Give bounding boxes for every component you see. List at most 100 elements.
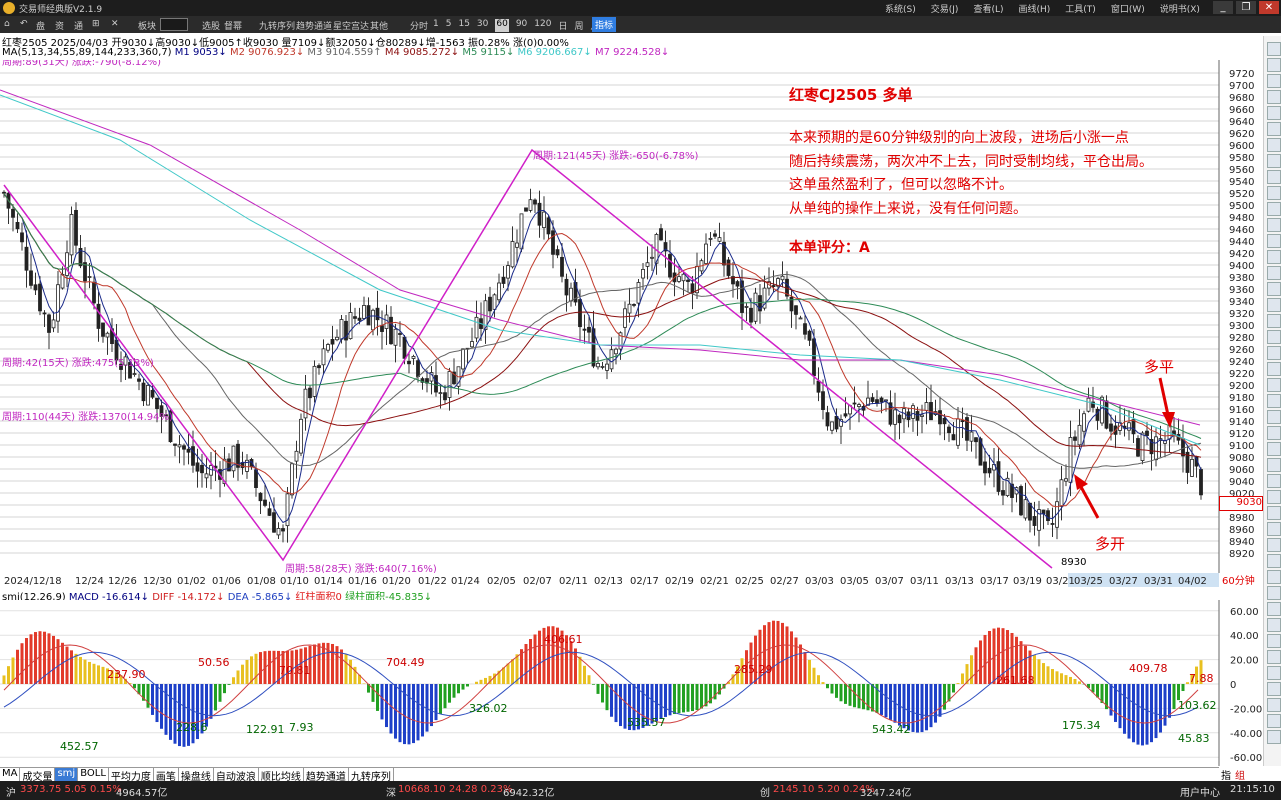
tool-icon[interactable] [1267, 154, 1281, 168]
tool-icon[interactable] [1267, 266, 1281, 280]
candle-body [231, 445, 236, 472]
tool-icon[interactable] [1267, 650, 1281, 664]
tool-icon[interactable] [1267, 250, 1281, 264]
tab-zhi[interactable]: 指 [1221, 767, 1231, 782]
tool-icon[interactable] [1267, 346, 1281, 360]
period-1[interactable]: 1 [433, 19, 439, 32]
menu-item[interactable]: 查看(L) [973, 2, 1003, 15]
tool-icon[interactable] [1267, 554, 1281, 568]
menu-item[interactable]: 窗口(W) [1111, 2, 1145, 15]
tool-icon[interactable] [1267, 506, 1281, 520]
tool-icon[interactable] [1267, 186, 1281, 200]
menu-item[interactable]: 说明书(X) [1160, 2, 1200, 15]
link-4[interactable]: 星空宫达 [333, 19, 369, 32]
tool-icon[interactable] [1267, 122, 1281, 136]
tab-操盘线[interactable]: 操盘线 [179, 768, 214, 783]
tab-平均力度[interactable]: 平均力度 [109, 768, 154, 783]
tool-icon[interactable] [1267, 522, 1281, 536]
menu-item[interactable]: 系统(S) [885, 2, 916, 15]
menu-item[interactable]: 交易(J) [931, 2, 959, 15]
tab-九转序列[interactable]: 九转序列 [349, 768, 394, 783]
period-30[interactable]: 30 [477, 19, 488, 32]
restore-icon[interactable]: ❐ [1236, 1, 1256, 14]
period-周[interactable]: 周 [574, 19, 583, 32]
tb-item-2[interactable]: 通 [74, 19, 83, 32]
tool-icon[interactable] [1267, 730, 1281, 744]
macd-bar [884, 684, 888, 718]
tab-画笔[interactable]: 画笔 [154, 768, 179, 783]
tool-icon[interactable] [1267, 362, 1281, 376]
tool-icon[interactable] [1267, 378, 1281, 392]
tool-icon[interactable] [1267, 170, 1281, 184]
tool-icon[interactable] [1267, 458, 1281, 472]
tool-icon[interactable] [1267, 538, 1281, 552]
back-icon[interactable]: ↶ [20, 19, 28, 29]
tool-icon[interactable] [1267, 586, 1281, 600]
period-5[interactable]: 5 [446, 19, 452, 32]
menu-item[interactable]: 画线(H) [1018, 2, 1050, 15]
tool-icon[interactable] [1267, 138, 1281, 152]
tb-item-0[interactable]: 盘 [36, 19, 45, 32]
user-center-link[interactable]: 用户中心 [1180, 784, 1220, 799]
tool-icon[interactable] [1267, 426, 1281, 440]
tool-icon[interactable] [1267, 634, 1281, 648]
tab-成交量[interactable]: 成交量 [20, 768, 56, 783]
tool-icon[interactable] [1267, 570, 1281, 584]
tb-item-4[interactable]: ✕ [111, 19, 119, 29]
tool-icon[interactable] [1267, 330, 1281, 344]
tab-smj[interactable]: smj [55, 768, 79, 781]
tool-icon[interactable] [1267, 602, 1281, 616]
candle-body [987, 467, 992, 474]
close-icon[interactable]: ✕ [1259, 1, 1279, 14]
tool-icon[interactable] [1267, 618, 1281, 632]
candle-body [596, 363, 600, 368]
tab-MA[interactable]: MA [0, 768, 21, 781]
link-5[interactable]: 其他 [370, 19, 388, 32]
tool-icon[interactable] [1267, 682, 1281, 696]
period-90[interactable]: 90 [516, 19, 527, 32]
link-2[interactable]: 九转序列 [259, 19, 295, 32]
menu-item[interactable]: 工具(T) [1065, 2, 1096, 15]
link-0[interactable]: 选股 [202, 19, 220, 32]
tool-icon[interactable] [1267, 666, 1281, 680]
tab-顺比均线[interactable]: 顺比均线 [259, 768, 304, 783]
tool-icon[interactable] [1267, 42, 1281, 56]
tool-icon[interactable] [1267, 90, 1281, 104]
tool-icon[interactable] [1267, 298, 1281, 312]
period-15[interactable]: 15 [458, 19, 469, 32]
macd-chart[interactable]: 60.00 40.00 20.00 0 -20.00 -40.00 -60.00 237.90… [0, 600, 1263, 766]
tool-icon[interactable] [1267, 234, 1281, 248]
board-select[interactable] [160, 18, 188, 31]
link-1[interactable]: 督幂 [224, 19, 242, 32]
tool-icon[interactable] [1267, 218, 1281, 232]
tool-icon[interactable] [1267, 314, 1281, 328]
tab-zu[interactable]: 组 [1235, 767, 1245, 782]
wave-label: 周期:89(31天) 涨跌:-790(-8.12%) [2, 60, 161, 68]
period-日[interactable]: 日 [558, 19, 567, 32]
tool-icon[interactable] [1267, 474, 1281, 488]
indicator-button[interactable]: 指标 [592, 17, 617, 32]
tool-icon[interactable] [1267, 394, 1281, 408]
link-3[interactable]: 趋势通道 [296, 19, 332, 32]
tool-icon[interactable] [1267, 698, 1281, 712]
tab-自动波浪[interactable]: 自动波浪 [214, 768, 259, 783]
minimize-icon[interactable]: _ [1213, 1, 1233, 14]
tool-icon[interactable] [1267, 106, 1281, 120]
tab-趋势通道[interactable]: 趋势通道 [304, 768, 349, 783]
tool-icon[interactable] [1267, 74, 1281, 88]
tool-icon[interactable] [1267, 490, 1281, 504]
tool-icon[interactable] [1267, 442, 1281, 456]
tab-BOLL[interactable]: BOLL [78, 768, 109, 781]
tool-icon[interactable] [1267, 58, 1281, 72]
tool-icon[interactable] [1267, 410, 1281, 424]
tool-icon[interactable] [1267, 282, 1281, 296]
period-120[interactable]: 120 [534, 19, 551, 32]
tool-icon[interactable] [1267, 202, 1281, 216]
ma-value: M6 9206.667↓ [514, 47, 592, 58]
tb-item-1[interactable]: 资 [55, 19, 64, 32]
home-icon[interactable]: ⌂ [4, 19, 10, 29]
tool-icon[interactable] [1267, 714, 1281, 728]
tb-item-3[interactable]: ⊞ [92, 19, 100, 29]
period-60[interactable]: 60 [495, 19, 509, 32]
macd-bar [979, 640, 982, 684]
